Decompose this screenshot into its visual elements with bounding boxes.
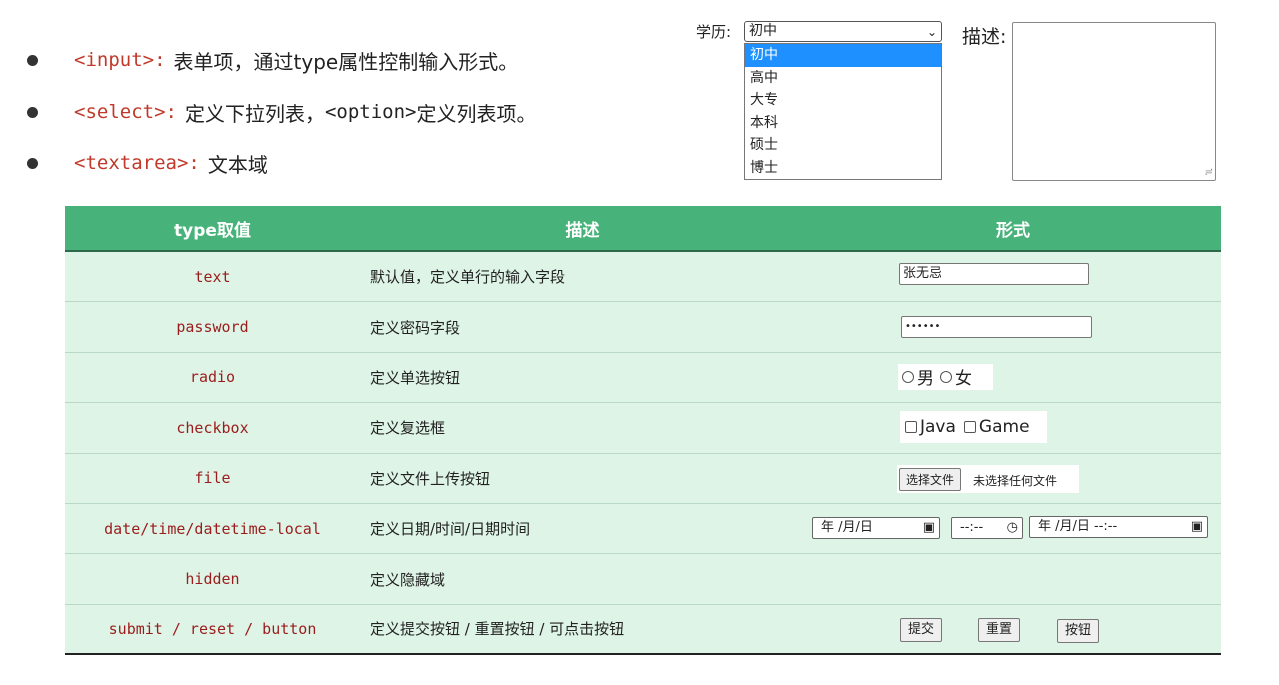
checkbox-game[interactable] [963, 421, 976, 434]
bullet-textarea: <textarea>: 文本域 [24, 148, 268, 178]
row-form: 年 /月/日 ▣ --:-- ◷ 年 /月/日 --:-- ▣ [805, 504, 1221, 553]
file-status: 未选择任何文件 [973, 473, 1058, 488]
date-input[interactable]: 年 /月/日 ▣ [812, 516, 940, 539]
resize-grip-icon[interactable]: ≓ [1205, 167, 1213, 178]
checkbox-java[interactable] [905, 421, 917, 434]
option-item[interactable]: 高中 [745, 67, 941, 90]
row-form: 张无忌 [805, 252, 1221, 301]
time-input[interactable]: --:-- ◷ [951, 516, 1023, 539]
radio-male[interactable] [902, 370, 914, 383]
table-row: password 定义密码字段 •••••• [65, 302, 1221, 353]
row-desc: 定义复选框 [370, 419, 446, 438]
password-input[interactable]: •••••• [901, 316, 1092, 339]
row-desc: 定义隐藏域 [370, 570, 446, 589]
bullet-dot [27, 54, 38, 66]
row-type: date/time/datetime-local [104, 519, 321, 538]
bullet-dot [27, 157, 38, 169]
option-item[interactable]: 硕士 [745, 134, 941, 157]
table-row: radio 定义单选按钮 男 女 [65, 352, 1221, 404]
education-select-value: 初中 [749, 23, 777, 39]
row-form: 男 女 [805, 353, 1221, 402]
radio-female[interactable] [940, 370, 952, 383]
table-row: submit / reset / button 定义提交按钮 / 重置按钮 / … [65, 604, 1221, 656]
education-option-list[interactable]: 初中 高中 大专 本科 硕士 博士 [744, 43, 942, 180]
header-desc: 描述 [565, 220, 600, 241]
datetime-local-input[interactable]: 年 /月/日 --:-- ▣ [1029, 515, 1208, 538]
table-header: type取值 描述 形式 [65, 206, 1221, 252]
row-form: •••••• [805, 302, 1221, 351]
input-types-table: type取值 描述 形式 text 默认值，定义单行的输入字段 张无忌 pass… [65, 206, 1221, 656]
table-row: hidden 定义隐藏域 [65, 554, 1221, 605]
clock-icon[interactable]: ◷ [1007, 518, 1018, 538]
checkbox-group: Java Game [900, 411, 1047, 444]
description-textarea[interactable]: ≓ [1012, 22, 1216, 181]
row-desc: 定义密码字段 [370, 318, 461, 337]
text-input[interactable]: 张无忌 [899, 263, 1089, 285]
row-form: 提交 重置 按钮 [805, 605, 1221, 653]
calendar-icon[interactable]: ▣ [923, 518, 935, 538]
row-form: 选择文件 未选择任何文件 [805, 454, 1221, 503]
table-row: text 默认值，定义单行的输入字段 张无忌 [65, 252, 1221, 303]
radio-label-female: 女 [955, 369, 972, 390]
chevron-down-icon: ⌄ [926, 25, 937, 39]
file-choose-button[interactable]: 选择文件 [899, 467, 962, 491]
table-row: date/time/datetime-local 定义日期/时间/日期时间 年 … [65, 503, 1221, 555]
radio-group: 男 女 [898, 363, 993, 390]
table-row: file 定义文件上传按钮 选择文件 未选择任何文件 [65, 453, 1221, 504]
row-type: submit / reset / button [108, 619, 317, 638]
row-type: file [194, 469, 231, 488]
checkbox-label-game: Game [978, 417, 1030, 438]
table-row: checkbox 定义复选框 Java Game [65, 403, 1221, 454]
bullet-tag: <select>: [74, 101, 177, 123]
checkbox-label-java: Java [920, 417, 956, 438]
reset-button[interactable]: 重置 [978, 617, 1021, 642]
header-type: type取值 [174, 220, 251, 241]
bullet-code: <option> [324, 101, 417, 123]
description-label: 描述: [962, 26, 1007, 48]
date-value: 年 /月/日 [821, 519, 873, 535]
row-type: radio [189, 368, 236, 387]
header-form: 形式 [996, 220, 1030, 241]
time-value: --:-- [960, 519, 984, 535]
bullet-tag: <input>: [74, 49, 166, 71]
bullet-dot [27, 106, 38, 118]
option-item[interactable]: 本科 [745, 112, 941, 135]
bullet-select: <select>: 定义下拉列表， <option> 定义列表项。 [24, 97, 536, 127]
row-type: hidden [185, 570, 240, 589]
option-item[interactable]: 博士 [745, 157, 941, 180]
education-select[interactable]: 初中 ⌄ [744, 21, 942, 42]
row-desc: 定义日期/时间/日期时间 [370, 520, 531, 539]
submit-button[interactable]: 提交 [900, 617, 943, 642]
calendar-icon[interactable]: ▣ [1191, 517, 1203, 537]
row-desc: 定义单选按钮 [370, 368, 461, 387]
row-form [805, 554, 1221, 603]
bullet-input: <input>: 表单项，通过type属性控制输入形式。 [24, 45, 518, 75]
row-desc: 定义文件上传按钮 [370, 469, 491, 488]
bullet-desc: 文本域 [207, 152, 268, 177]
plain-button[interactable]: 按钮 [1057, 618, 1100, 643]
bullet-desc: 定义下拉列表， [184, 101, 325, 126]
radio-label-male: 男 [917, 369, 934, 390]
bullet-desc: 表单项，通过type属性控制输入形式。 [173, 49, 519, 74]
bullet-tag: <textarea>: [74, 152, 200, 174]
education-label: 学历: [696, 23, 732, 41]
row-desc: 默认值，定义单行的输入字段 [370, 268, 566, 287]
option-item[interactable]: 初中 [745, 44, 941, 67]
bullet-desc-2: 定义列表项。 [416, 101, 537, 126]
datetime-value: 年 /月/日 --:-- [1038, 518, 1118, 534]
row-desc: 定义提交按钮 / 重置按钮 / 可点击按钮 [370, 620, 625, 639]
row-type: text [194, 267, 231, 286]
option-item[interactable]: 大专 [745, 89, 941, 112]
row-type: checkbox [176, 418, 249, 437]
row-form: Java Game [805, 403, 1221, 452]
row-type: password [176, 318, 249, 337]
